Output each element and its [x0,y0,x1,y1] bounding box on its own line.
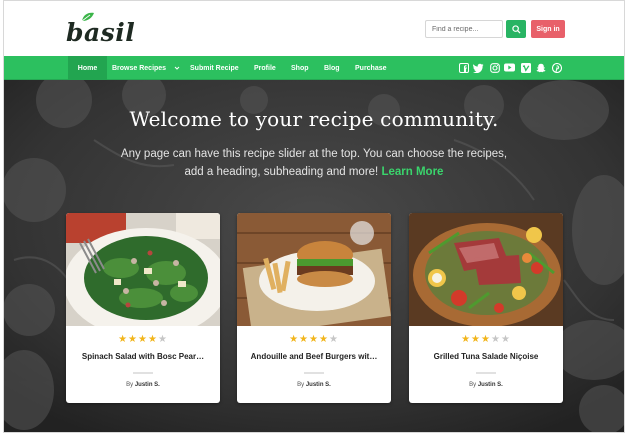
facebook-icon[interactable] [458,62,469,73]
search-icon [511,24,521,34]
hero-slider: Welcome to your recipe community. Any pa… [4,80,624,432]
nav-blog-label: Blog [324,64,340,72]
nav-submit-recipe[interactable]: Submit Recipe [190,56,239,80]
rating-stars: ★★★★★ [461,334,511,345]
nav-submit-label: Submit Recipe [190,64,239,72]
divider [304,372,324,374]
signin-button[interactable]: Sign in [531,20,565,38]
nav-purchase[interactable]: Purchase [355,56,387,80]
hero-subtitle: Any page can have this recipe slider at … [119,146,509,181]
recipe-image-burgers [237,213,391,326]
nav-shop-label: Shop [291,64,309,72]
nav-home[interactable]: Home [68,56,107,80]
search-input[interactable] [425,20,503,38]
hero-subtitle-text: Any page can have this recipe slider at … [120,148,508,178]
hero-title: Welcome to your recipe community. [129,107,499,131]
recipe-title: Grilled Tuna Salade Niçoise [433,352,539,361]
recipe-author: By Justin S. [66,382,220,388]
nav-home-label: Home [77,64,98,72]
recipe-title: Andouille and Beef Burgers wit… [250,352,378,361]
recipe-card[interactable]: ★★★★★ Andouille and Beef Burgers wit… By… [237,213,391,403]
author-name: Justin S. [134,382,160,388]
nav-browse-label: Browse Recipes [112,64,167,72]
recipe-image-tuna-nicoise [409,213,563,326]
nav-blog[interactable]: Blog [324,56,340,80]
by-label: By [469,382,477,388]
nav-shop[interactable]: Shop [291,56,309,80]
youtube-icon[interactable] [504,62,515,73]
logo[interactable]: basil [66,12,136,47]
by-label: By [126,382,134,388]
vimeo-icon[interactable] [520,62,531,73]
recipe-card[interactable]: ★★★★★ Grilled Tuna Salade Niçoise By Jus… [409,213,563,403]
divider [133,372,153,374]
author-name: Justin S. [305,382,331,388]
snapchat-icon[interactable] [535,62,546,73]
pinterest-icon[interactable] [551,62,562,73]
recipe-author: By Justin S. [237,382,391,388]
instagram-icon[interactable] [489,62,500,73]
main-nav: Home Browse Recipes Submit Recipe Profil… [4,56,624,80]
twitter-icon[interactable] [473,62,484,73]
nav-purchase-label: Purchase [355,64,387,72]
chevron-down-icon [174,66,180,70]
recipe-image-spinach-salad [66,213,220,326]
site-header: basil Sign in [4,1,624,56]
nav-browse-recipes[interactable]: Browse Recipes [112,56,181,80]
nav-profile-label: Profile [254,64,276,72]
logo-text: basil [66,18,136,47]
rating-stars: ★★★★★ [289,334,339,345]
recipe-card[interactable]: ★★★★★ Spinach Salad with Bosc Pear… By J… [66,213,220,403]
author-name: Justin S. [477,382,503,388]
rating-stars: ★★★★★ [118,334,168,345]
leaf-icon [81,12,94,22]
recipe-title: Spinach Salad with Bosc Pear… [81,352,205,361]
search-button[interactable] [506,20,526,38]
learn-more-link[interactable]: Learn More [381,166,443,178]
page: basil Sign in Home Browse Recipes Submit… [3,0,625,433]
by-label: By [297,382,305,388]
divider [476,372,496,374]
recipe-author: By Justin S. [409,382,563,388]
nav-profile[interactable]: Profile [254,56,276,80]
